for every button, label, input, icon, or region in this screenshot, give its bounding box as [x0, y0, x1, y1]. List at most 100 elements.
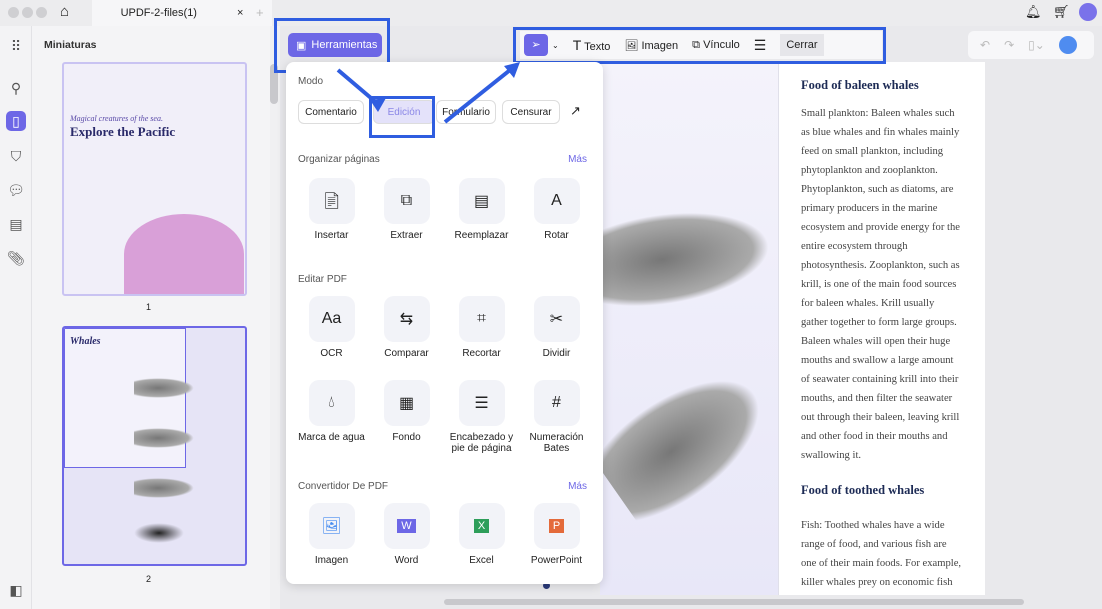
document-tab[interactable]: UPDF-2-files(1) ×: [92, 0, 272, 26]
tool-replace[interactable]: ▤ Reemplazar: [444, 178, 519, 241]
more-link[interactable]: Más: [568, 481, 587, 492]
tool-watermark[interactable]: 💧︎ Marca de agua: [294, 380, 369, 443]
tool-extract[interactable]: ⧉ Extraer: [369, 178, 444, 241]
grid-icon[interactable]: ⠿: [6, 36, 26, 56]
page-thumbnail-2[interactable]: Whales: [62, 326, 247, 566]
tool-label: OCR: [320, 348, 343, 359]
page-number: 2: [146, 574, 152, 584]
save-icon[interactable]: ▯⌄: [1028, 38, 1045, 52]
window-zoom-button[interactable]: [36, 7, 47, 18]
tool-label: Numeración Bates: [529, 432, 584, 454]
tool-label: Reemplazar: [454, 230, 509, 241]
tool-label: Rotar: [544, 230, 569, 241]
convert-image[interactable]: 🖼︎ Imagen: [294, 503, 369, 566]
section-label: Organizar páginas: [298, 154, 380, 165]
search-icon[interactable]: ⚲: [6, 78, 26, 98]
attachment-icon[interactable]: 📎︎: [6, 248, 26, 268]
convert-powerpoint[interactable]: P PowerPoint: [519, 503, 594, 566]
tool-crop[interactable]: ⌗ Recortar: [444, 296, 519, 359]
tool-label: Insertar: [314, 230, 349, 241]
insert-icon: 📄︎: [308, 178, 355, 224]
tool-label: Comparar: [384, 348, 429, 359]
window-minimize-button[interactable]: [22, 7, 33, 18]
tab-close-button[interactable]: ×: [237, 7, 243, 19]
right-toolbar: ↶ ↷ ▯⌄: [968, 31, 1094, 59]
bates-icon: #: [533, 380, 580, 426]
horizontal-scrollbar[interactable]: [444, 599, 1024, 605]
ai-assistant-icon[interactable]: [1058, 36, 1077, 54]
external-link-icon[interactable]: ↗: [570, 103, 581, 119]
orca-image: [134, 523, 184, 543]
tool-label: Excel: [469, 555, 494, 566]
whale-image: [134, 478, 194, 498]
tool-label: Word: [394, 555, 419, 566]
replace-icon: ▤: [458, 178, 505, 224]
cart-icon[interactable]: 🛒︎: [1053, 4, 1070, 20]
tool-label: PowerPoint: [530, 555, 583, 566]
annotation-arrows: [336, 62, 520, 124]
tools-popup: Modo Comentario Edición Formulario Censu…: [286, 62, 603, 584]
left-rail: ⠿ ⚲ ▯ ⛉ 💬︎ ▤ 📎︎ ◧: [0, 26, 32, 609]
bookmark-icon[interactable]: ⛉: [6, 146, 26, 166]
comment-icon[interactable]: 💬︎: [6, 180, 26, 200]
tool-background[interactable]: ▦ Fondo: [369, 380, 444, 443]
title-bar: ⌂ UPDF-2-files(1) × + 🔔︎ 🛒︎: [0, 0, 1102, 26]
header-footer-icon: ☰: [458, 380, 505, 426]
whale-image: [586, 352, 784, 532]
tool-ocr[interactable]: Aa OCR: [294, 296, 369, 359]
convert-word[interactable]: W Word: [369, 503, 444, 566]
tool-rotate[interactable]: A Rotar: [519, 178, 594, 241]
tool-label: Fondo: [392, 432, 421, 443]
tool-label: Imagen: [314, 555, 349, 566]
window-close-button[interactable]: [8, 7, 19, 18]
whale-image: [134, 378, 194, 398]
highlight-box: [513, 27, 886, 64]
thumbnails-panel: Miniaturas Magical creatures of the sea.…: [32, 26, 270, 609]
page-number: 1: [146, 302, 152, 312]
new-tab-button[interactable]: +: [256, 5, 264, 20]
layers-icon[interactable]: ◧: [6, 580, 26, 600]
tool-label: Encabezado y pie de página: [449, 432, 514, 454]
tool-label: Extraer: [390, 230, 423, 241]
thumb-title: Explore the Pacific: [70, 124, 176, 139]
coral-image: [124, 214, 244, 294]
heading: Food of baleen whales: [801, 78, 919, 92]
watermark-icon: 💧︎: [308, 380, 355, 426]
section-label: Convertidor De PDF: [298, 481, 389, 492]
convert-excel[interactable]: X Excel: [444, 503, 519, 566]
tab-title: UPDF-2-files(1): [120, 7, 197, 19]
form-icon[interactable]: ▤: [6, 214, 26, 234]
page-thumbnail-1[interactable]: Magical creatures of the sea. Explore th…: [62, 62, 247, 296]
thumb-subtitle: Magical creatures of the sea.: [70, 114, 163, 123]
page-left-column: [584, 62, 784, 595]
tool-label: Dividir: [542, 348, 571, 359]
tool-split[interactable]: ✂ Dividir: [519, 296, 594, 359]
whale-image: [134, 428, 194, 448]
split-icon: ✂: [533, 296, 580, 342]
paragraph: Small plankton: Baleen whales such as bl…: [801, 108, 960, 461]
panel-title: Miniaturas: [44, 39, 97, 51]
bell-icon[interactable]: 🔔︎: [1025, 4, 1042, 20]
tool-insert[interactable]: 📄︎ Insertar: [294, 178, 369, 241]
home-icon[interactable]: ⌂: [60, 3, 69, 20]
paragraph: Fish: Toothed whales have a wide range o…: [801, 520, 962, 588]
arrow-head: [370, 98, 386, 112]
excel-icon: X: [458, 503, 505, 549]
image-file-icon: 🖼︎: [308, 503, 355, 549]
more-link[interactable]: Más: [568, 154, 587, 165]
redo-icon[interactable]: ↷: [1004, 38, 1014, 52]
tool-compare[interactable]: ⇆ Comparar: [369, 296, 444, 359]
compare-icon: ⇆: [383, 296, 430, 342]
background-icon: ▦: [383, 380, 430, 426]
tool-label: Recortar: [462, 348, 501, 359]
rotate-icon: A: [533, 178, 580, 224]
crop-icon: ⌗: [458, 296, 505, 342]
avatar[interactable]: [1079, 3, 1097, 21]
whale-image: [584, 199, 776, 315]
tool-label: Marca de agua: [298, 432, 365, 443]
undo-icon[interactable]: ↶: [980, 38, 990, 52]
powerpoint-icon: P: [533, 503, 580, 549]
thumbnails-icon[interactable]: ▯: [6, 111, 26, 131]
tool-bates[interactable]: # Numeración Bates: [519, 380, 594, 454]
tool-header-footer[interactable]: ☰ Encabezado y pie de página: [444, 380, 519, 454]
